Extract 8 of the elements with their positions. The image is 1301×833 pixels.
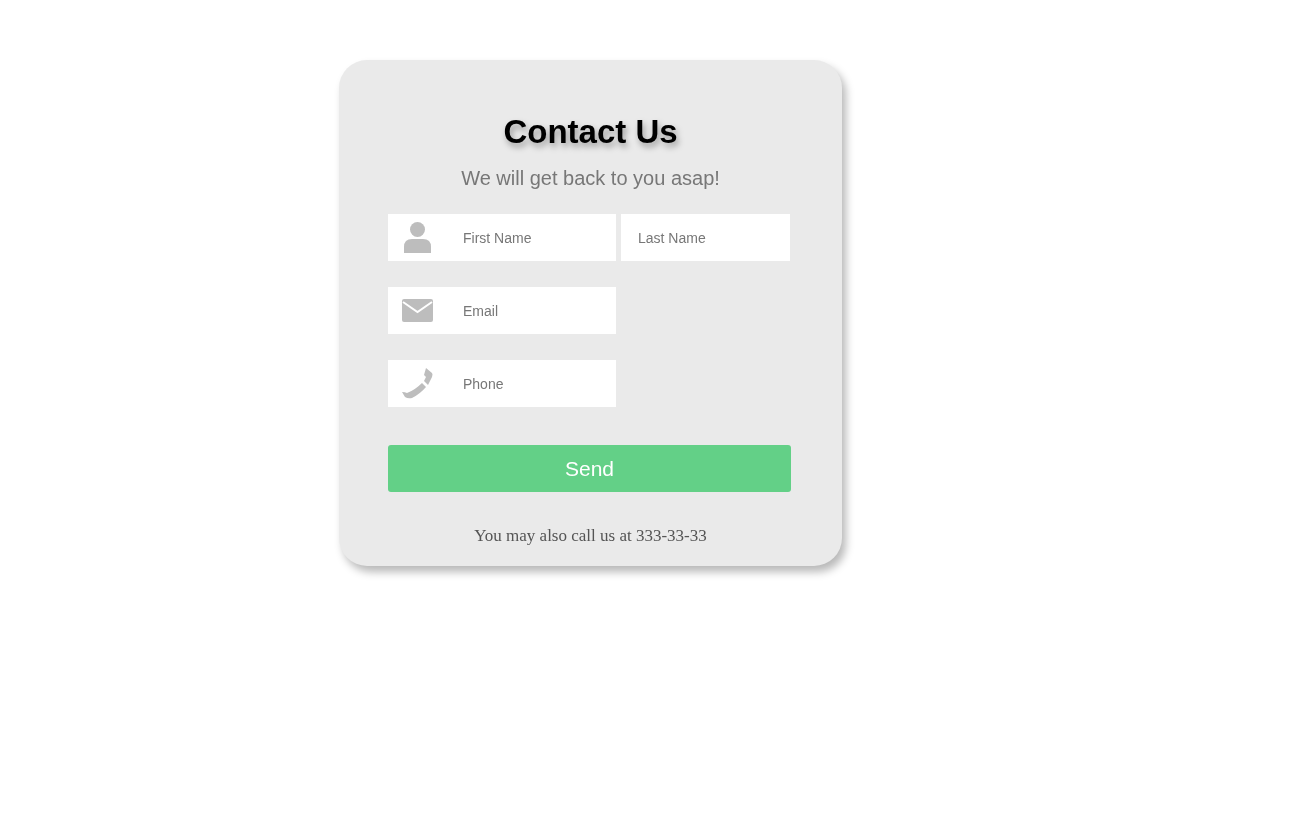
form-subtitle: We will get back to you asap!	[460, 166, 721, 190]
input-field[interactable]: Email	[446, 287, 616, 334]
input-field[interactable]: Last Name	[621, 214, 790, 261]
input-field[interactable]: Phone	[446, 360, 616, 407]
footer-note: You may also call us at 333-33-33	[473, 526, 708, 546]
send-button[interactable]: Send	[388, 445, 791, 492]
input-field[interactable]: First Name	[446, 214, 616, 261]
form-title: Contact Us	[502, 112, 679, 152]
